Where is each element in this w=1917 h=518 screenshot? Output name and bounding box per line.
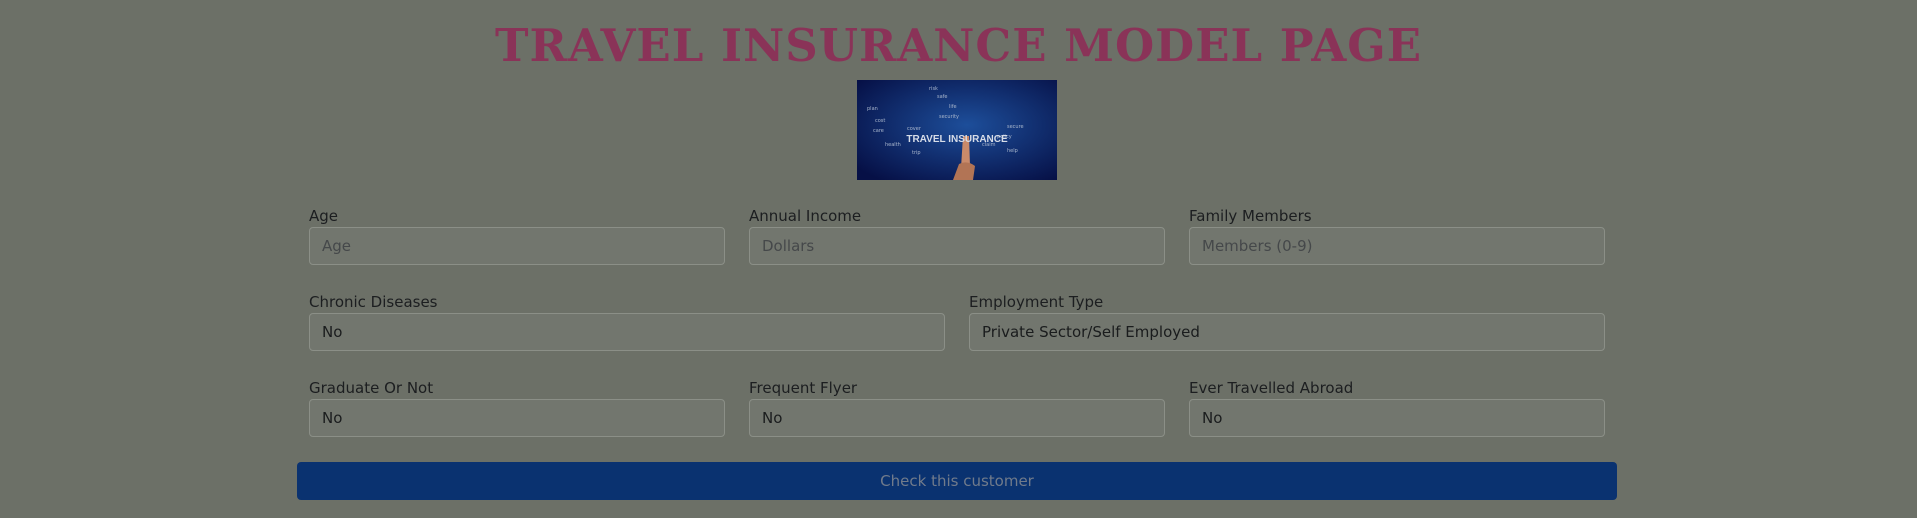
employment-type-value: Private Sector/Self Employed: [982, 323, 1200, 341]
annual-income-field-group: Annual Income: [749, 207, 1165, 265]
family-members-field-group: Family Members: [1189, 207, 1605, 265]
family-members-input[interactable]: [1189, 227, 1605, 265]
page-title: TRAVEL INSURANCE MODEL PAGE: [494, 19, 1423, 72]
svg-text:risk: risk: [929, 86, 938, 92]
family-members-label: Family Members: [1189, 207, 1312, 225]
svg-text:secure: secure: [1007, 124, 1024, 130]
frequent-flyer-field-group: Frequent Flyer No: [749, 379, 1165, 437]
chronic-diseases-label: Chronic Diseases: [309, 293, 438, 311]
employment-type-label: Employment Type: [969, 293, 1104, 311]
frequent-flyer-select[interactable]: No: [749, 399, 1165, 437]
chronic-diseases-field-group: Chronic Diseases No: [309, 293, 945, 351]
svg-text:care: care: [873, 128, 884, 134]
check-customer-button[interactable]: Check this customer: [297, 462, 1617, 500]
travel-insurance-banner-image: risk safe life security plan cost care c…: [857, 80, 1057, 180]
employment-type-field-group: Employment Type Private Sector/Self Empl…: [969, 293, 1605, 351]
ever-travelled-abroad-field-group: Ever Travelled Abroad No: [1189, 379, 1605, 437]
svg-text:trip: trip: [912, 150, 921, 156]
svg-text:life: life: [949, 104, 957, 110]
frequent-flyer-label: Frequent Flyer: [749, 379, 858, 397]
svg-text:plan: plan: [867, 106, 878, 112]
graduate-or-not-select[interactable]: No: [309, 399, 725, 437]
age-field-group: Age: [309, 207, 725, 265]
ever-travelled-abroad-value: No: [1202, 409, 1223, 427]
frequent-flyer-value: No: [762, 409, 783, 427]
svg-text:health: health: [885, 142, 901, 148]
graduate-or-not-label: Graduate Or Not: [309, 379, 434, 397]
svg-text:safe: safe: [937, 94, 948, 100]
ever-travelled-abroad-label: Ever Travelled Abroad: [1189, 379, 1354, 397]
svg-text:help: help: [1007, 148, 1018, 154]
graduate-field-group: Graduate Or Not No: [309, 379, 725, 437]
svg-text:cost: cost: [875, 118, 885, 124]
chronic-diseases-select[interactable]: No: [309, 313, 945, 351]
annual-income-label: Annual Income: [749, 207, 862, 225]
chronic-diseases-value: No: [322, 323, 343, 341]
age-label: Age: [309, 207, 339, 225]
ever-travelled-abroad-select[interactable]: No: [1189, 399, 1605, 437]
svg-text:cover: cover: [907, 126, 922, 132]
age-input[interactable]: [309, 227, 725, 265]
svg-text:security: security: [939, 114, 959, 120]
graduate-or-not-value: No: [322, 409, 343, 427]
hero-banner-text: TRAVEL INSURANCE: [906, 134, 1008, 145]
employment-type-select[interactable]: Private Sector/Self Employed: [969, 313, 1605, 351]
annual-income-input[interactable]: [749, 227, 1165, 265]
